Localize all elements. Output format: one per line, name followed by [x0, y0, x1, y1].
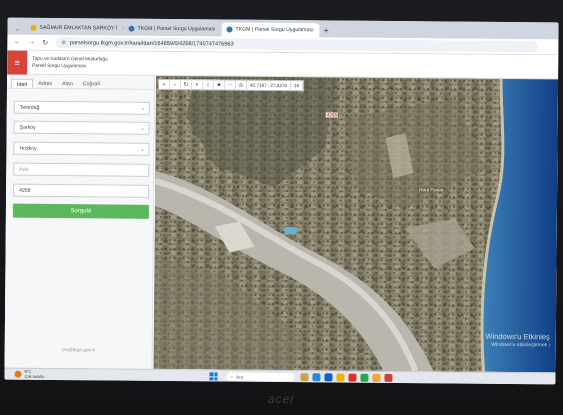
chevron-down-icon: ⌄: [140, 146, 145, 153]
tab-idari[interactable]: İdari: [10, 78, 34, 88]
watermark-subtitle: Windows'u etkinleştirmek i: [491, 341, 550, 349]
weather-icon: [14, 370, 22, 378]
tab-adres[interactable]: Adres: [33, 79, 57, 88]
neighborhood-select[interactable]: Hoşköy ⌄: [13, 141, 150, 156]
weather-widget[interactable]: 8°C Çok bulutlu: [14, 369, 45, 379]
app-icon[interactable]: [372, 373, 381, 382]
menu-icon[interactable]: ≡: [7, 50, 28, 75]
satellite-map[interactable]: + − ↻ ⌖ i ★ ⋯ ⎙ 40.7197 : 27.3270 16 426…: [153, 75, 559, 373]
info-icon[interactable]: i: [202, 79, 215, 90]
acer-logo: acer: [267, 392, 296, 406]
back-icon[interactable]: ←: [13, 39, 21, 46]
support-email[interactable]: pls@tkgm.gov.tr: [5, 347, 153, 353]
tab-search-icon[interactable]: ⌄: [11, 23, 23, 35]
more-icon[interactable]: ⋯: [224, 80, 237, 91]
opera-icon[interactable]: [348, 373, 357, 382]
search-icon: ⌕: [230, 374, 234, 380]
zoom-in-icon[interactable]: +: [158, 79, 171, 90]
org-title: Tapu ve Kadastro Genel Müdürlüğü Parsel …: [32, 56, 108, 71]
search-placeholder: Ara: [236, 374, 244, 380]
edge-icon[interactable]: [312, 373, 321, 382]
widget-icon[interactable]: [300, 373, 309, 382]
activation-watermark: Windows'u Etkinleş Windows'u etkinleştir…: [485, 331, 550, 349]
province-value: Tekirdağ: [19, 104, 40, 111]
map-toolbar: + − ↻ ⌖ i ★ ⋯ ⎙ 40.7197 : 27.3270 16: [157, 78, 305, 92]
new-tab-button[interactable]: +: [323, 23, 328, 37]
location-pin-icon: [226, 26, 233, 33]
parsel-sorgu-app: ≡ Tapu ve Kadastro Genel Müdürlüğü Parse…: [4, 50, 559, 373]
parsel-input[interactable]: 4268: [13, 183, 150, 198]
ada-placeholder: Ada: [19, 166, 29, 173]
app-name: Parsel Sorgu Uygulaması: [32, 63, 87, 70]
favorite-icon[interactable]: ★: [213, 79, 226, 91]
sidebar-tabs: İdari Adres Alan Coğrafi: [6, 74, 155, 90]
close-icon[interactable]: ✕: [319, 27, 320, 33]
zoom-out-icon[interactable]: −: [169, 79, 182, 90]
store-icon[interactable]: [324, 373, 333, 382]
refresh-icon[interactable]: ↻: [180, 79, 193, 90]
print-icon[interactable]: ⎙: [235, 80, 248, 91]
screen: ⌄ SAĞMUR EMLAKTAN ŞARKÖY İ ✕ TKGM | Pars…: [4, 17, 559, 385]
tab-title: TKGM | Parsel Sorgu Uygulaması: [235, 26, 314, 34]
chevron-down-icon: ⌄: [140, 125, 145, 132]
tab-tkgm-2[interactable]: TKGM | Parsel Sorgu Uygulaması ✕: [221, 22, 320, 38]
chevron-down-icon: ⌄: [140, 105, 145, 112]
watermark-title: Windows'u Etkinleş: [485, 331, 550, 342]
tab-tkgm-1[interactable]: TKGM | Parsel Sorgu Uygulaması ✕: [123, 22, 222, 37]
app-icon[interactable]: [384, 373, 393, 382]
site-info-icon[interactable]: ⚙: [61, 40, 66, 46]
laptop-frame: ⌄ SAĞMUR EMLAKTAN ŞARKÖY İ ✕ TKGM | Pars…: [0, 0, 563, 415]
url-field[interactable]: ⚙ parselsorgu.tkgm.gov.tr/#ara/idari/164…: [55, 37, 539, 53]
forward-icon[interactable]: →: [27, 39, 35, 46]
windows-start-icon[interactable]: [209, 372, 218, 381]
ada-input[interactable]: Ada: [13, 162, 150, 177]
district-value: Şarköy: [19, 124, 36, 131]
chrome-icon[interactable]: [360, 373, 369, 382]
query-button[interactable]: Sorgula: [12, 203, 149, 219]
taskbar-search[interactable]: ⌕ Ara: [226, 372, 295, 382]
tab-title: SAĞMUR EMLAKTAN ŞARKÖY İ: [39, 24, 118, 32]
explorer-icon[interactable]: [336, 373, 345, 382]
zoom-level: 16: [290, 80, 304, 91]
reload-icon[interactable]: ↻: [41, 38, 49, 46]
coordinate-readout: 40.7197 : 27.3270: [246, 80, 292, 91]
taskbar-apps: [300, 373, 393, 382]
parcel-label: 4268: [325, 112, 339, 118]
tab-alan[interactable]: Alan: [57, 79, 78, 88]
locate-icon[interactable]: ⌖: [191, 79, 204, 90]
favicon-icon: [30, 24, 37, 31]
province-select[interactable]: Tekirdağ ⌄: [13, 100, 150, 115]
weather-desc: Çok bulutlu: [24, 373, 45, 379]
tab-title: TKGM | Parsel Sorgu Uygulaması: [137, 25, 216, 33]
location-pin-icon: [128, 25, 135, 32]
neighborhood-value: Hoşköy: [19, 145, 37, 152]
satellite-imagery: [153, 75, 559, 373]
parsel-value: 4268: [19, 187, 31, 194]
place-label: Hora Fenerı: [419, 187, 444, 193]
weather-text: 8°C Çok bulutlu: [24, 369, 45, 379]
url-text: parselsorgu.tkgm.gov.tr/#ara/idari/16485…: [69, 39, 234, 48]
query-sidebar: İdari Adres Alan Coğrafi Tekirdağ ⌄ Şark…: [4, 74, 156, 369]
district-select[interactable]: Şarköy ⌄: [13, 120, 150, 135]
tab-cografi[interactable]: Coğrafi: [78, 79, 105, 88]
tab-sagmur[interactable]: SAĞMUR EMLAKTAN ŞARKÖY İ ✕: [25, 21, 124, 36]
